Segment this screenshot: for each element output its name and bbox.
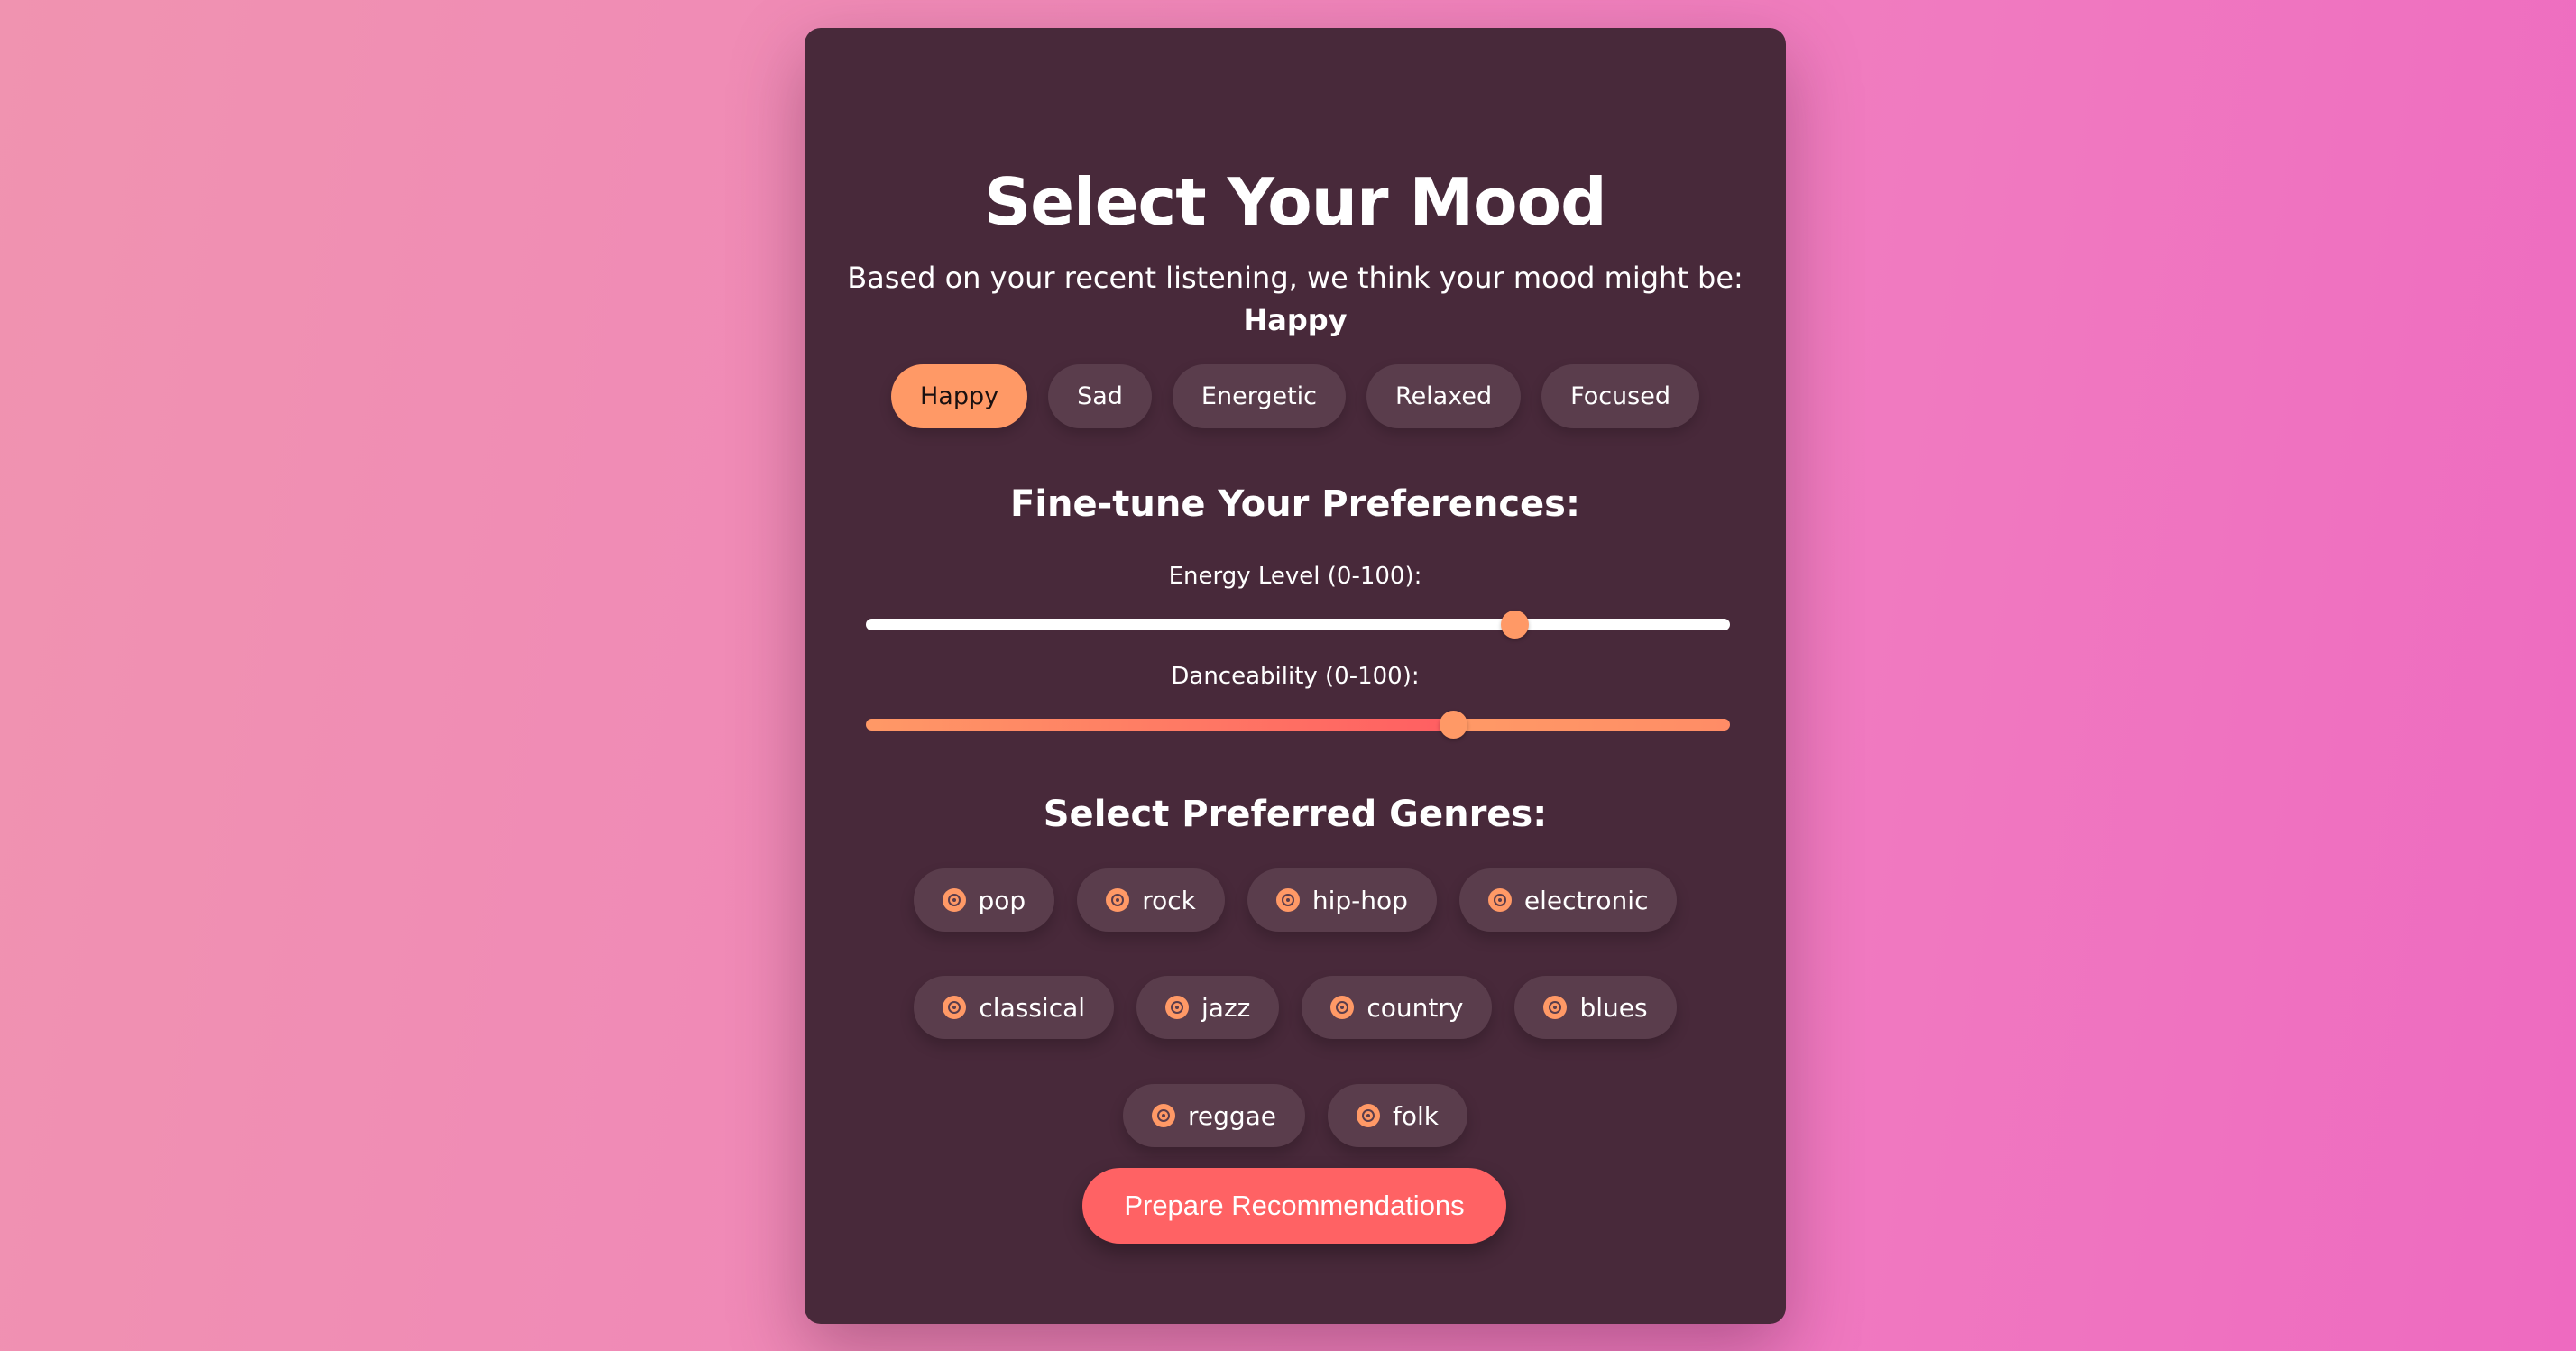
mood-button-sad[interactable]: Sad — [1048, 364, 1152, 428]
vinyl-disc-icon — [1106, 888, 1130, 912]
genre-label: hip-hop — [1311, 885, 1408, 915]
mood-selector: Happy Sad Energetic Relaxed Focused — [805, 364, 1786, 428]
mood-button-energetic[interactable]: Energetic — [1172, 364, 1347, 428]
genre-label: blues — [1579, 992, 1648, 1023]
vinyl-disc-icon — [942, 888, 966, 912]
energy-slider[interactable] — [866, 611, 1730, 639]
vinyl-disc-icon — [1330, 996, 1355, 1019]
genre-row: pop rock hip-hop electronic — [805, 868, 1786, 932]
vinyl-disc-icon — [1543, 996, 1568, 1019]
preferences-heading: Fine-tune Your Preferences: — [1010, 483, 1580, 525]
genre-label: country — [1366, 992, 1464, 1023]
prepare-recommendations-button[interactable]: Prepare Recommendations — [1082, 1168, 1506, 1244]
genre-label: pop — [978, 885, 1026, 915]
page-title: Select Your Mood — [984, 164, 1606, 240]
genre-label: rock — [1142, 885, 1196, 915]
vinyl-disc-icon — [1165, 996, 1190, 1019]
mood-button-relaxed[interactable]: Relaxed — [1366, 364, 1522, 428]
mood-button-happy[interactable]: Happy — [890, 364, 1028, 428]
genre-chip-folk[interactable]: folk — [1328, 1084, 1468, 1147]
genres-heading: Select Preferred Genres: — [1043, 794, 1548, 835]
danceability-label: Danceability (0-100): — [1171, 663, 1420, 690]
genre-chip-reggae[interactable]: reggae — [1122, 1084, 1306, 1147]
genre-row: reggae folk — [805, 1084, 1786, 1147]
danceability-slider-thumb[interactable] — [1440, 711, 1468, 739]
genre-chip-blues[interactable]: blues — [1514, 976, 1677, 1039]
genre-chip-rock[interactable]: rock — [1077, 868, 1225, 932]
genre-chip-country[interactable]: country — [1302, 976, 1493, 1039]
detected-mood: Happy — [1243, 303, 1348, 337]
genre-label: jazz — [1201, 992, 1251, 1023]
genre-chip-pop[interactable]: pop — [913, 868, 1055, 932]
energy-label: Energy Level (0-100): — [1168, 563, 1422, 590]
genre-chip-electronic[interactable]: electronic — [1458, 868, 1678, 932]
vinyl-disc-icon — [1357, 1104, 1381, 1127]
genre-label: reggae — [1187, 1100, 1277, 1131]
genre-label: folk — [1393, 1100, 1440, 1131]
genre-chip-classical[interactable]: classical — [914, 976, 1115, 1039]
vinyl-disc-icon — [1487, 888, 1512, 912]
genre-row: classical jazz country blues — [805, 976, 1786, 1039]
mood-suggestion-text: Based on your recent listening, we think… — [847, 261, 1743, 295]
genre-label: electronic — [1523, 885, 1649, 915]
mood-button-focused[interactable]: Focused — [1541, 364, 1699, 428]
genre-label: classical — [979, 992, 1086, 1023]
genre-chip-hip-hop[interactable]: hip-hop — [1247, 868, 1437, 932]
genre-chip-jazz[interactable]: jazz — [1136, 976, 1280, 1039]
vinyl-disc-icon — [1151, 1104, 1175, 1127]
vinyl-disc-icon — [943, 996, 967, 1019]
energy-slider-thumb[interactable] — [1500, 611, 1529, 639]
danceability-slider[interactable] — [866, 711, 1730, 739]
mood-card: Select Your Mood Based on your recent li… — [805, 28, 1786, 1324]
vinyl-disc-icon — [1275, 888, 1300, 912]
